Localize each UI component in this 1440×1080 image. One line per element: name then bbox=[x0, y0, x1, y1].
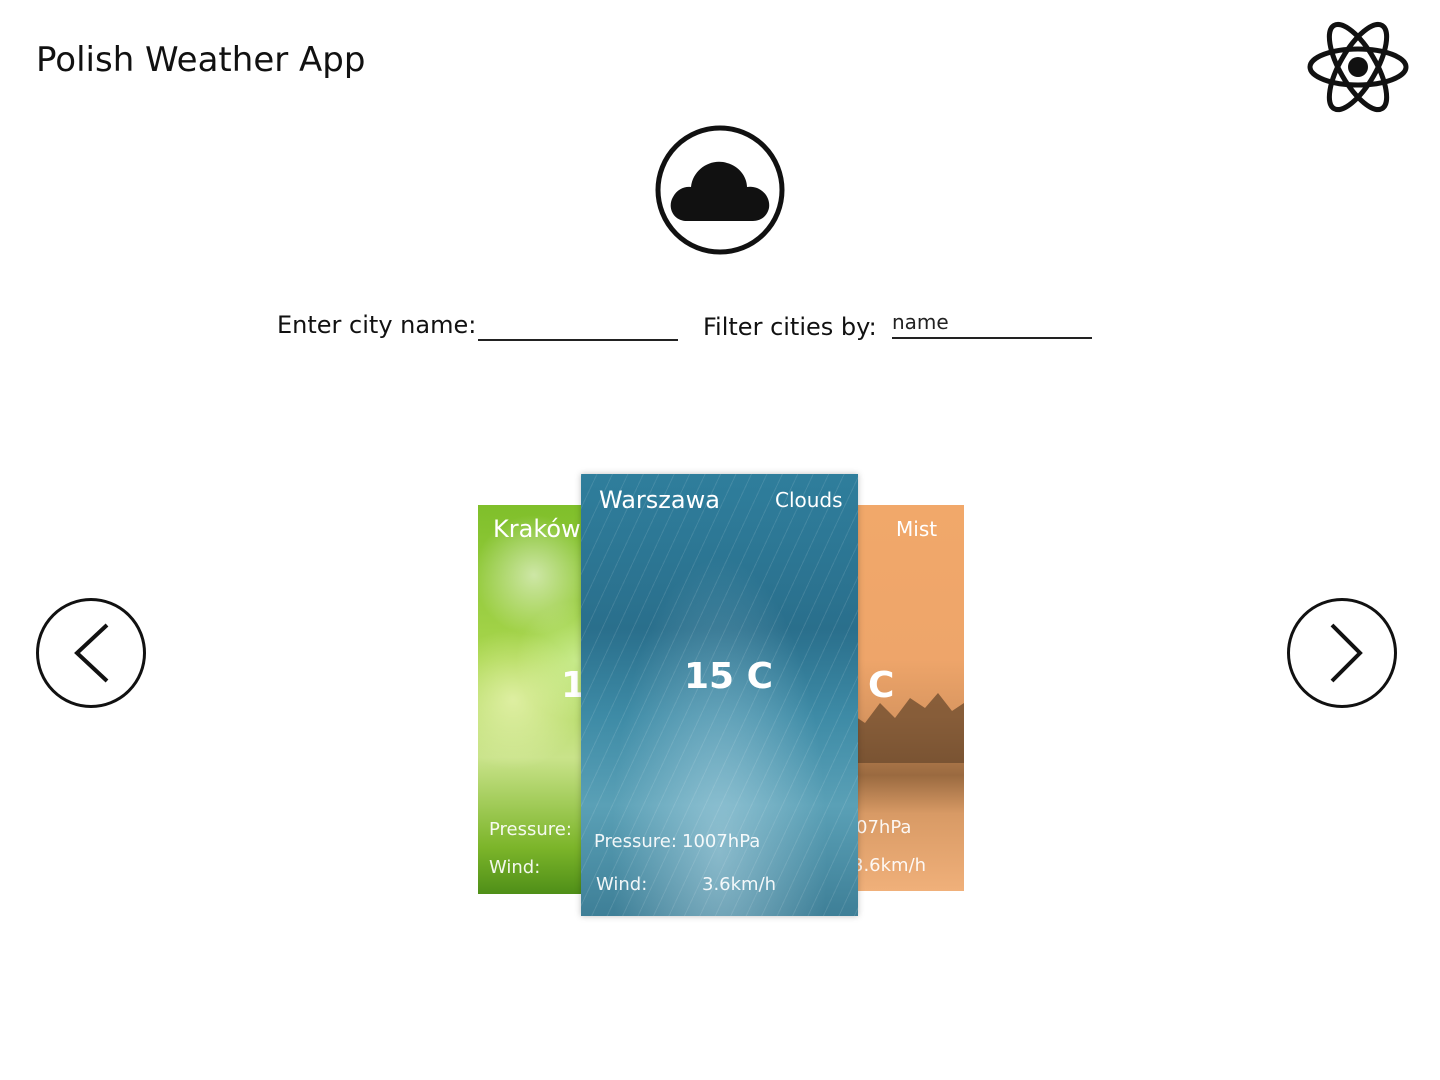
card-temperature: 15 C bbox=[684, 656, 774, 697]
card-wind-value: 3.6km/h bbox=[852, 855, 927, 876]
card-wind-label: Wind: bbox=[596, 874, 648, 895]
city-name-label: Enter city name: bbox=[277, 311, 477, 339]
react-atom-icon bbox=[1306, 20, 1410, 114]
chevron-left-icon bbox=[74, 623, 109, 683]
app-title: Polish Weather App bbox=[36, 40, 366, 80]
page: Polish Weather App Enter city name: Filt… bbox=[0, 0, 1440, 1080]
city-card-warszawa[interactable]: Warszawa Clouds 15 C Pressure: 1007hPa W… bbox=[581, 474, 858, 916]
filter-select-value: name bbox=[892, 310, 949, 334]
filter-select[interactable]: name bbox=[892, 309, 1092, 339]
card-pressure-value: 07hPa bbox=[856, 817, 912, 838]
card-condition: Mist bbox=[896, 517, 938, 541]
card-pressure-value: 1007hPa bbox=[682, 831, 761, 852]
card-condition: Clouds bbox=[775, 488, 843, 512]
next-button[interactable] bbox=[1287, 598, 1397, 708]
city-name-input[interactable] bbox=[478, 311, 678, 341]
card-wind-label: Wind: bbox=[489, 857, 541, 878]
cloud-icon bbox=[655, 125, 785, 255]
filter-label: Filter cities by: bbox=[703, 313, 877, 341]
search-form: Enter city name: Filter cities by: name bbox=[0, 305, 1440, 355]
chevron-right-icon bbox=[1330, 623, 1363, 683]
card-temperature: C bbox=[868, 665, 895, 706]
card-wind-value: 3.6km/h bbox=[702, 874, 777, 895]
previous-button[interactable] bbox=[36, 598, 146, 708]
card-pressure-label: Pressure: bbox=[594, 831, 677, 852]
card-city-name: Kraków bbox=[493, 515, 581, 543]
card-pressure-label: Pressure: bbox=[489, 819, 572, 840]
card-city-name: Warszawa bbox=[599, 486, 720, 514]
